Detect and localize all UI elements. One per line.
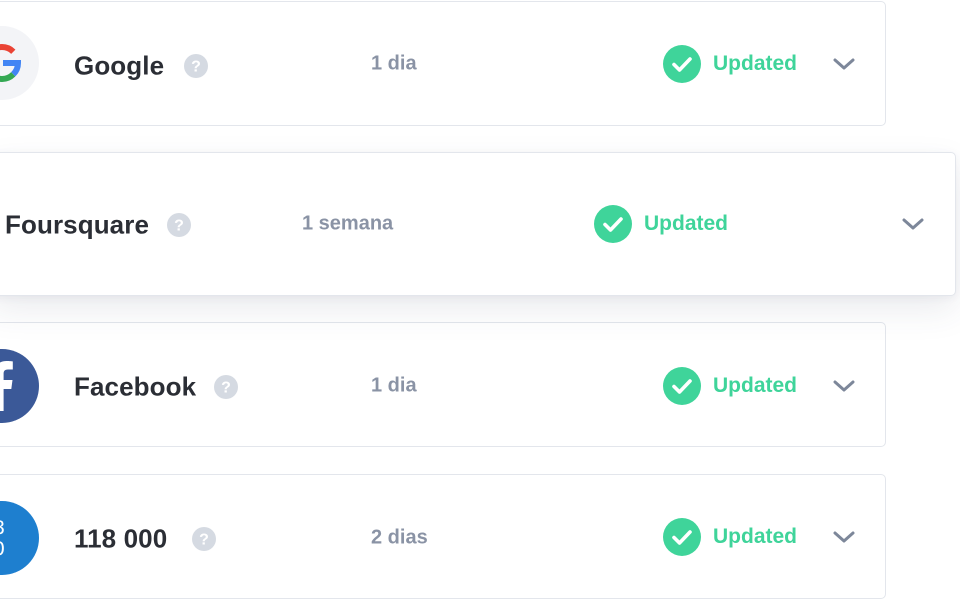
svg-text:118: 118 [0,517,5,539]
listing-name: 118 000 [74,523,168,554]
check-circle-icon [594,205,632,243]
last-sync-time: 1 semana [302,212,394,235]
listing-row-facebook[interactable]: Facebook ? 1 dia Updated [0,322,886,447]
svg-text:?: ? [191,59,201,76]
help-icon[interactable]: ? [192,527,216,551]
status-label: Updated [713,525,797,548]
help-icon[interactable]: ? [167,213,191,237]
listing-row-foursquare[interactable]: Foursquare ? 1 semana Updated [0,152,956,296]
svg-text:?: ? [199,532,209,549]
chevron-down-icon[interactable] [832,529,856,545]
help-icon[interactable]: ? [214,375,238,399]
118000-logo-icon: 118 000 [0,501,39,575]
google-logo-icon [0,26,39,100]
help-icon[interactable]: ? [184,54,208,78]
listing-name: Facebook [74,371,197,402]
listing-row-118000[interactable]: 118 000 118 000 ? 2 dias Updated [0,474,886,599]
status-badge: Updated [663,518,797,556]
listing-name: Google [74,50,165,81]
last-sync-time: 1 dia [371,374,417,397]
status-badge: Updated [663,45,797,83]
facebook-logo-icon [0,349,39,423]
check-circle-icon [663,518,701,556]
last-sync-time: 2 dias [371,526,428,549]
chevron-down-icon[interactable] [901,216,925,232]
last-sync-time: 1 dia [371,52,417,75]
chevron-down-icon[interactable] [832,56,856,72]
status-label: Updated [713,52,797,75]
status-badge: Updated [663,367,797,405]
listing-name: Foursquare [5,209,150,240]
check-circle-icon [663,45,701,83]
svg-text:?: ? [174,218,184,235]
listings-sync-list: Google ? 1 dia Updated Foursquare ? 1 se… [0,0,960,600]
listing-row-google[interactable]: Google ? 1 dia Updated [0,1,886,126]
check-circle-icon [663,367,701,405]
status-badge: Updated [594,205,728,243]
svg-text:?: ? [221,380,231,397]
svg-text:000: 000 [0,538,5,560]
status-label: Updated [713,374,797,397]
status-label: Updated [644,212,728,235]
chevron-down-icon[interactable] [832,378,856,394]
